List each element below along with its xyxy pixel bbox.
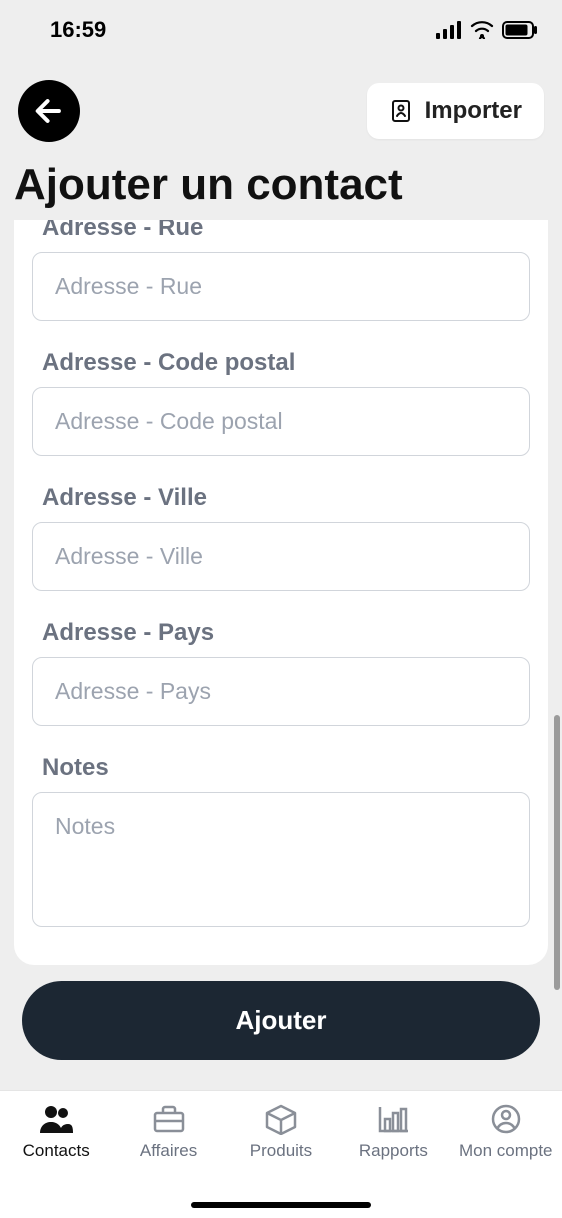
field-city: Adresse - Ville bbox=[32, 484, 530, 591]
wifi-icon bbox=[470, 21, 494, 39]
label-postal: Adresse - Code postal bbox=[32, 349, 530, 377]
form-card: Adresse - Rue Adresse - Code postal Adre… bbox=[14, 220, 548, 965]
box-icon bbox=[263, 1103, 299, 1135]
tab-compte[interactable]: Mon compte bbox=[451, 1103, 561, 1161]
field-country: Adresse - Pays bbox=[32, 619, 530, 726]
input-country[interactable] bbox=[32, 657, 530, 726]
contacts-icon bbox=[38, 1103, 74, 1135]
tab-contacts-label: Contacts bbox=[23, 1141, 90, 1161]
tab-bar: Contacts Affaires Produits Rapports Mon … bbox=[0, 1090, 562, 1218]
tab-produits[interactable]: Produits bbox=[226, 1103, 336, 1161]
top-bar: Importer bbox=[0, 50, 562, 152]
briefcase-icon bbox=[151, 1103, 187, 1135]
page-title: Ajouter un contact bbox=[0, 152, 562, 220]
tab-compte-label: Mon compte bbox=[459, 1141, 553, 1161]
battery-icon bbox=[502, 21, 538, 39]
bar-chart-icon bbox=[375, 1103, 411, 1135]
import-label: Importer bbox=[425, 97, 522, 125]
tab-rapports[interactable]: Rapports bbox=[338, 1103, 448, 1161]
status-time: 16:59 bbox=[50, 17, 106, 43]
label-notes: Notes bbox=[32, 754, 530, 782]
back-button[interactable] bbox=[18, 80, 80, 142]
home-indicator bbox=[191, 1202, 371, 1208]
input-postal[interactable] bbox=[32, 387, 530, 456]
field-street: Adresse - Rue bbox=[32, 220, 530, 321]
submit-area: Ajouter bbox=[0, 965, 562, 1060]
tab-contacts[interactable]: Contacts bbox=[1, 1103, 111, 1161]
scroll-indicator[interactable] bbox=[554, 715, 560, 990]
input-notes[interactable] bbox=[32, 792, 530, 927]
status-icons bbox=[436, 21, 538, 39]
arrow-left-icon bbox=[32, 94, 66, 128]
tab-produits-label: Produits bbox=[250, 1141, 312, 1161]
status-bar: 16:59 bbox=[0, 0, 562, 50]
field-notes: Notes bbox=[32, 754, 530, 932]
tab-affaires[interactable]: Affaires bbox=[114, 1103, 224, 1161]
tab-affaires-label: Affaires bbox=[140, 1141, 197, 1161]
tab-rapports-label: Rapports bbox=[359, 1141, 428, 1161]
label-country: Adresse - Pays bbox=[32, 619, 530, 647]
label-street: Adresse - Rue bbox=[32, 220, 530, 242]
cellular-icon bbox=[436, 21, 462, 39]
contact-card-icon bbox=[389, 99, 413, 123]
import-button[interactable]: Importer bbox=[367, 83, 544, 139]
user-circle-icon bbox=[488, 1103, 524, 1135]
submit-button[interactable]: Ajouter bbox=[22, 981, 540, 1060]
input-street[interactable] bbox=[32, 252, 530, 321]
field-postal: Adresse - Code postal bbox=[32, 349, 530, 456]
input-city[interactable] bbox=[32, 522, 530, 591]
label-city: Adresse - Ville bbox=[32, 484, 530, 512]
